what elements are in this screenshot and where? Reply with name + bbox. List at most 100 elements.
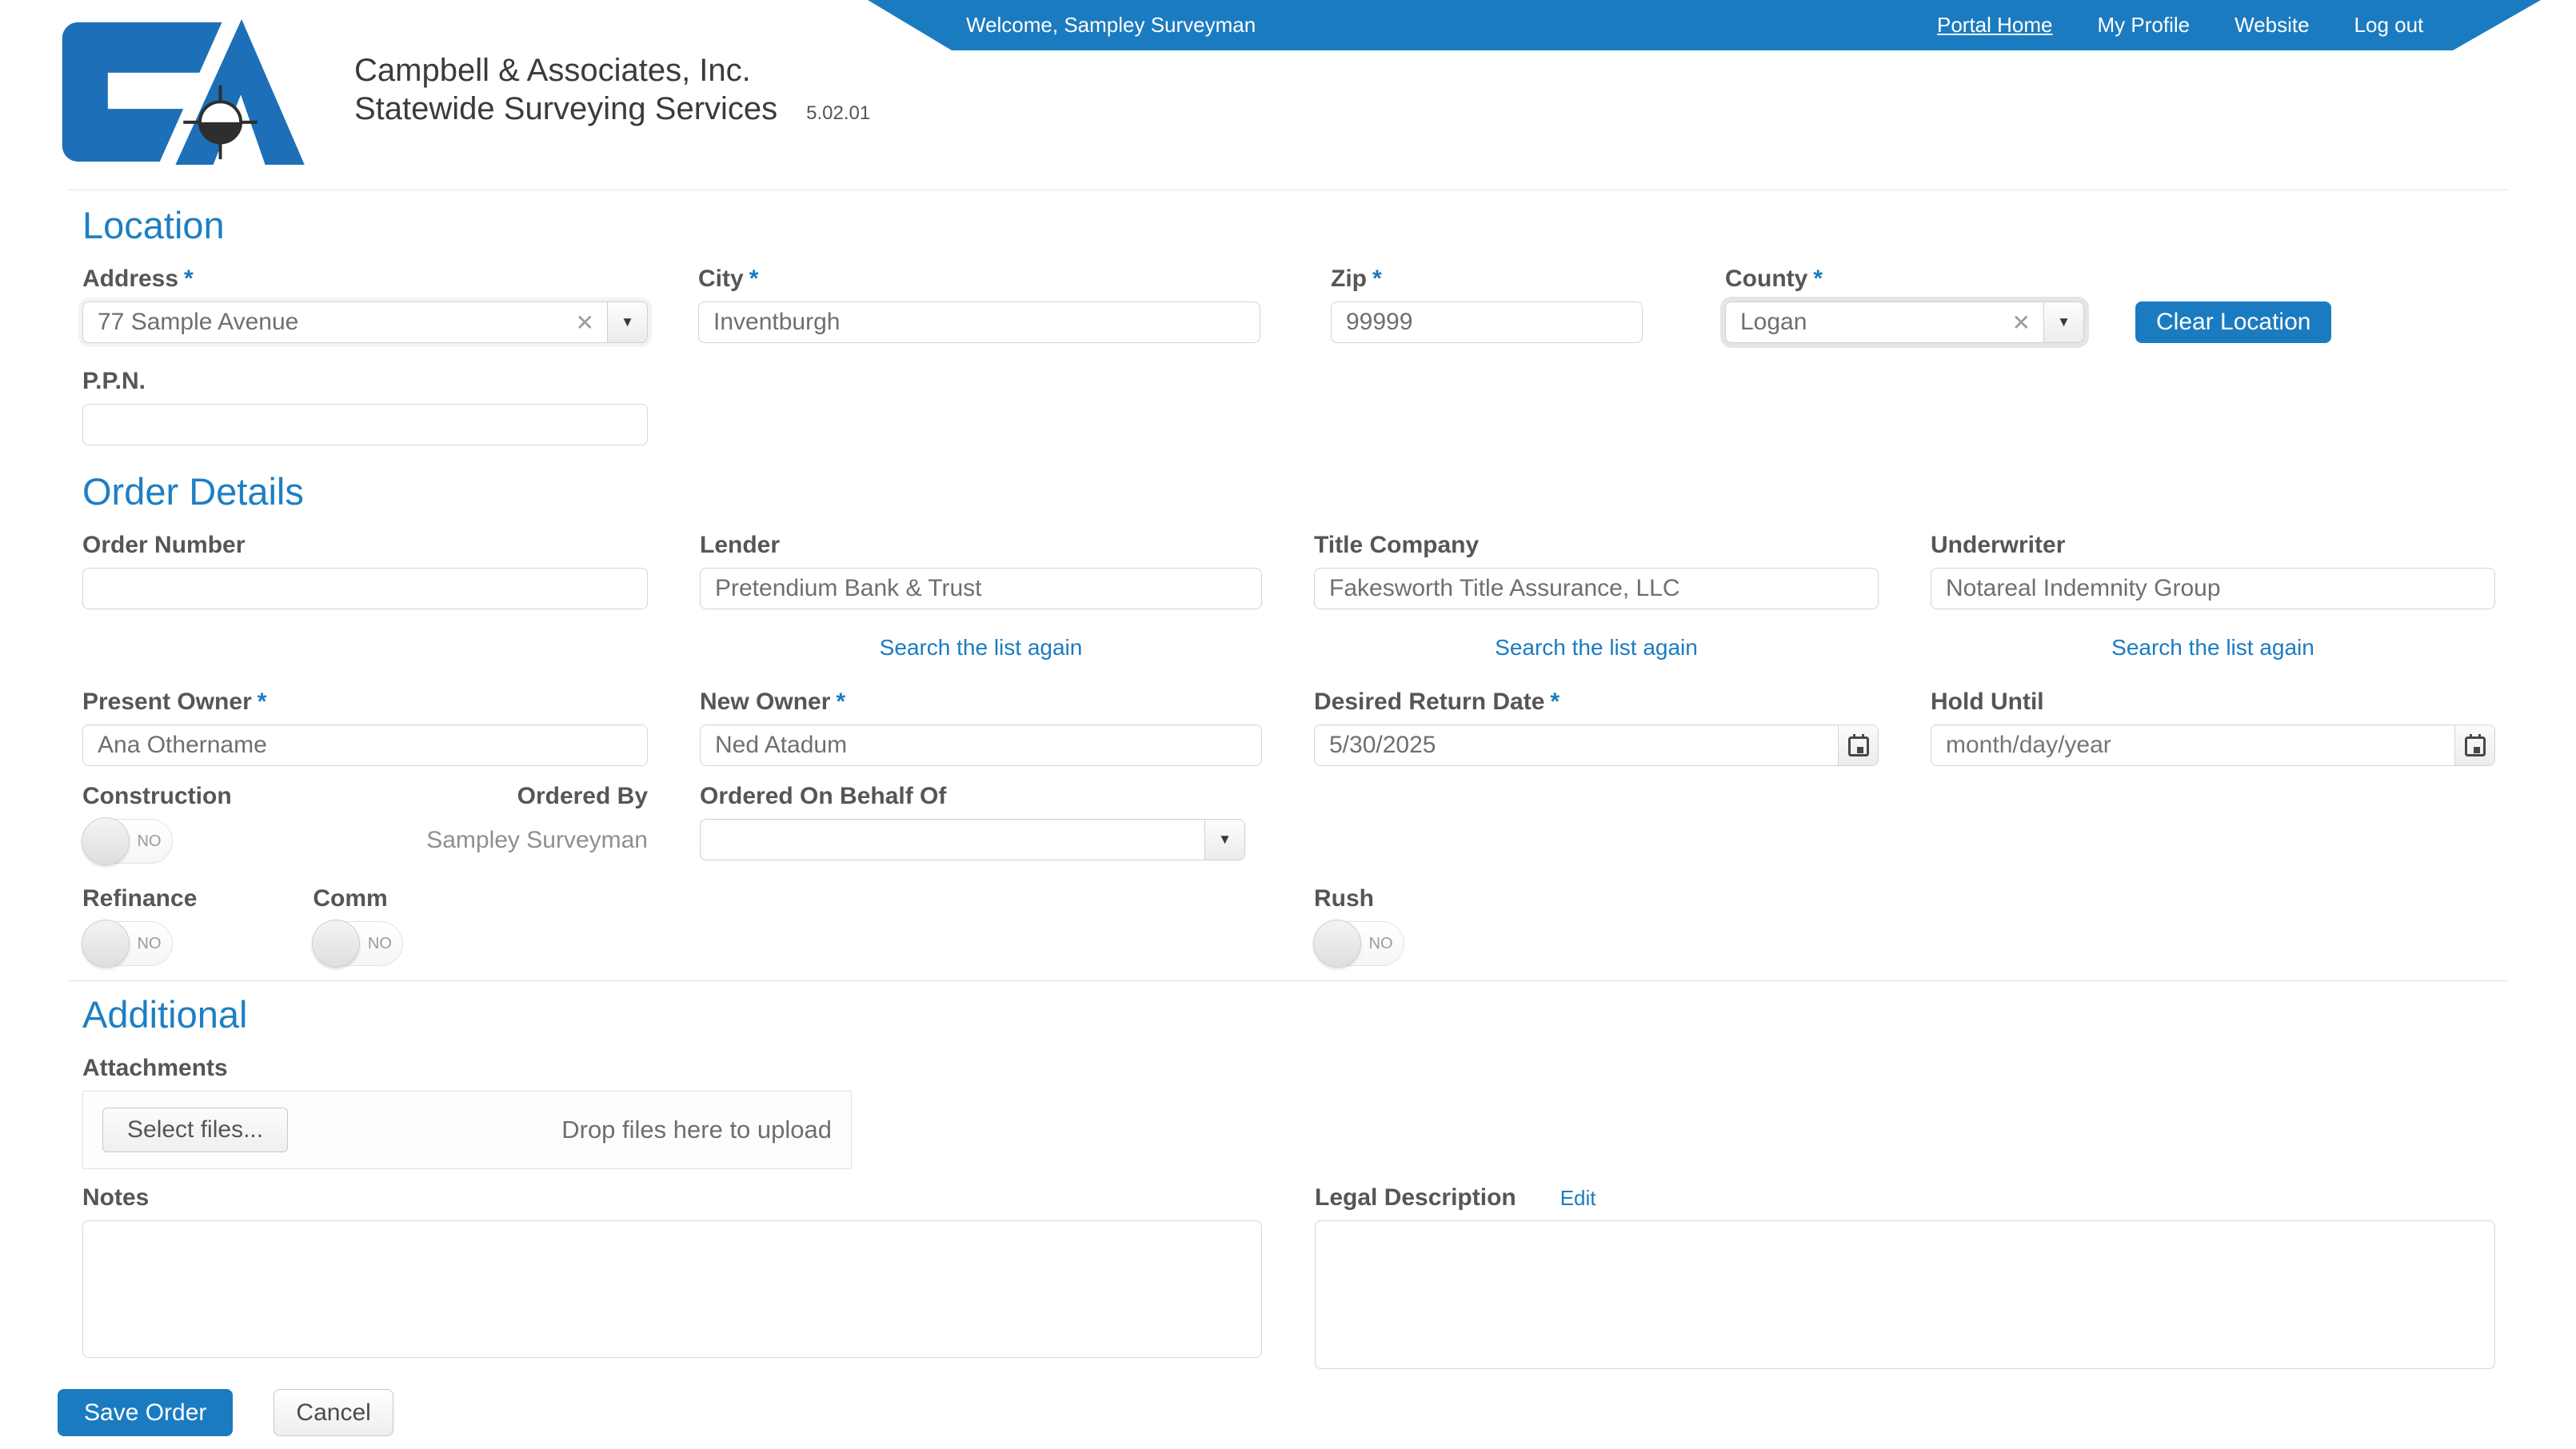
title-company-label: Title Company [1314,531,1879,560]
construction-label: Construction [82,782,232,811]
nav-log-out[interactable]: Log out [2354,13,2424,38]
title-company-search-again-row: Search the list again [1314,635,1879,661]
file-drop-zone[interactable]: Select files... Drop files here to uploa… [82,1091,852,1169]
construction-ordered-by-cell: Construction NO Ordered By Sampley Surve… [82,782,648,864]
calendar-icon [1848,734,1869,756]
underwriter-search-again-link[interactable]: Search the list again [2111,635,2314,660]
desired-return-date-field: Desired Return Date* [1314,688,1879,766]
company-logo-ca-crosshair-icon [58,19,336,165]
select-files-button[interactable]: Select files... [102,1108,288,1152]
order-form: Location Address* ✕ ▼ City* Zip* County*… [0,203,2576,1436]
refinance-comm-cell: Refinance NO Comm NO [82,884,648,966]
toggle-knob[interactable] [82,920,130,968]
rush-toggle[interactable]: NO [1314,921,1404,966]
required-asterisk: * [1813,265,1823,292]
rush-label: Rush [1314,884,1879,913]
calendar-button[interactable] [2454,725,2494,765]
clear-value-x-icon[interactable]: ✕ [2012,309,2031,336]
refinance-label: Refinance [82,884,197,913]
hold-until-input[interactable] [1931,725,2454,765]
address-combobox[interactable]: ✕ ▼ [82,301,648,343]
desired-return-date-picker[interactable] [1314,724,1879,766]
city-label: City* [698,265,1260,293]
present-owner-label: Present Owner* [82,688,648,717]
present-owner-input[interactable] [82,724,648,766]
toggle-knob[interactable] [312,920,360,968]
county-combobox[interactable]: ✕ ▼ [1725,301,2084,343]
save-order-button[interactable]: Save Order [58,1389,233,1436]
ordered-by-value: Sampley Surveyman [426,827,648,854]
chevron-down-icon: ▼ [2057,314,2071,330]
lender-input[interactable] [700,568,1262,609]
new-owner-label: New Owner* [700,688,1262,717]
clear-value-x-icon[interactable]: ✕ [576,309,594,336]
address-label: Address* [82,265,648,293]
legal-description-edit-link[interactable]: Edit [1560,1186,1596,1211]
order-number-input[interactable] [82,568,648,609]
desired-return-date-label: Desired Return Date* [1314,688,1879,717]
underwriter-input[interactable] [1931,568,2495,609]
address-input[interactable] [83,302,573,342]
calendar-button[interactable] [1838,725,1878,765]
nav-portal-home[interactable]: Portal Home [1937,13,2053,38]
nav-my-profile[interactable]: My Profile [2098,13,2191,38]
ppn-input[interactable] [82,404,648,445]
order-details-section-title: Order Details [82,469,2495,513]
toggle-knob[interactable] [82,817,130,865]
clear-location-button[interactable]: Clear Location [2135,301,2331,343]
attachments-field: Attachments Select files... Drop files h… [82,1054,2495,1169]
lender-search-again-link[interactable]: Search the list again [880,635,1083,660]
lender-label: Lender [700,531,1262,560]
lender-field: Lender Search the list again [700,531,1262,661]
notes-textarea[interactable] [82,1220,1262,1358]
county-label: County* [1725,265,2084,293]
refinance-toggle[interactable]: NO [82,921,173,966]
comm-toggle[interactable]: NO [313,921,403,966]
company-name-line1: Campbell & Associates, Inc. [354,51,870,90]
legal-description-label: Legal Description [1315,1184,1516,1212]
hold-until-picker[interactable] [1931,724,2495,766]
attachments-label: Attachments [82,1054,2495,1083]
cancel-button[interactable]: Cancel [274,1389,393,1436]
company-name-line2: Statewide Surveying Services5.02.01 [354,90,870,133]
order-number-label: Order Number [82,531,648,560]
ppn-label: P.P.N. [82,367,648,396]
county-input[interactable] [1726,302,2009,342]
city-input[interactable] [698,301,1260,343]
hold-until-label: Hold Until [1931,688,2495,717]
location-row: Address* ✕ ▼ City* Zip* County* ✕ ▼ Clea [82,265,2495,343]
form-actions: Save Order Cancel [58,1389,2495,1436]
new-owner-field: New Owner* [700,688,1262,766]
required-asterisk: * [184,265,194,292]
ordered-on-behalf-of-value [701,820,1204,860]
chevron-down-icon: ▼ [1218,832,1232,848]
clear-location-wrap: Clear Location [2135,265,2331,343]
title-company-input[interactable] [1314,568,1879,609]
desired-return-date-input[interactable] [1315,725,1838,765]
hold-until-field: Hold Until [1931,688,2495,766]
comm-toggle-state: NO [360,922,399,965]
ordered-on-behalf-of-dropdown[interactable]: ▼ [700,819,1245,860]
title-company-search-again-link[interactable]: Search the list again [1495,635,1698,660]
present-owner-field: Present Owner* [82,688,648,766]
legal-description-textarea[interactable] [1315,1220,2495,1369]
address-dropdown-button[interactable]: ▼ [607,302,647,342]
legal-description-header: Legal Description Edit [1315,1184,2495,1220]
ordered-by-label: Ordered By [426,782,648,811]
zip-label: Zip* [1331,265,1643,293]
notes-legal-row: Notes Legal Description Edit [82,1184,2495,1373]
app-version: 5.02.01 [806,102,870,124]
ordered-on-behalf-of-label: Ordered On Behalf Of [700,782,1262,811]
county-dropdown-button[interactable]: ▼ [2043,302,2083,342]
order-row-2: Present Owner* New Owner* Desired Return… [82,688,2495,766]
construction-field: Construction NO [82,782,232,864]
new-owner-input[interactable] [700,724,1262,766]
notes-label: Notes [82,1184,1262,1212]
nav-website[interactable]: Website [2235,13,2309,38]
construction-toggle[interactable]: NO [82,819,173,864]
order-row-3: Construction NO Ordered By Sampley Surve… [82,782,2495,864]
toggle-knob[interactable] [1313,920,1361,968]
zip-input[interactable] [1331,301,1643,343]
ordered-by-field: Ordered By Sampley Surveyman [426,782,648,864]
obo-dropdown-button[interactable]: ▼ [1204,820,1244,860]
